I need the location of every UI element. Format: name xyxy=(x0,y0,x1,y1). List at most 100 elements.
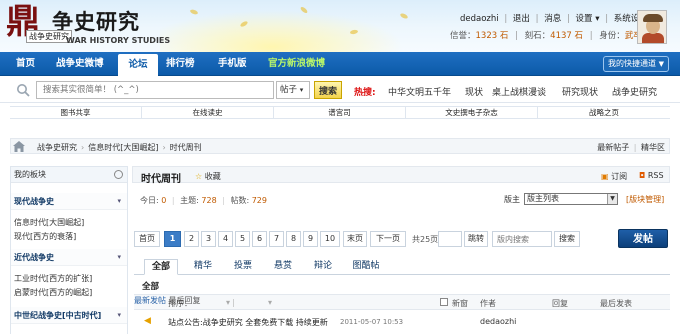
nav-mobile[interactable]: 手机版 xyxy=(218,52,247,76)
nav-weibo[interactable]: 战争史微博 xyxy=(56,52,104,76)
separator: | xyxy=(589,31,593,41)
today-label: 今日: xyxy=(140,196,159,205)
subscribe-button[interactable]: ▣ 订阅 xyxy=(601,171,627,182)
sidebar-group[interactable]: 近代战争史 ▾ xyxy=(11,249,127,266)
sidebar-group[interactable]: 中世纪战争史[中古时代] ▾ xyxy=(11,307,127,324)
page-number[interactable]: 3 xyxy=(201,231,216,247)
reputation-label: 信誉： xyxy=(450,31,476,41)
carved-stone-label: 刻石： xyxy=(524,31,551,41)
page-number[interactable]: 10 xyxy=(320,231,340,247)
chevron-right-icon: › xyxy=(81,143,85,152)
moderator-label: 版主 xyxy=(504,195,520,204)
forum-title: 时代周刊 xyxy=(141,174,181,185)
messages-link[interactable]: 消息 xyxy=(544,14,561,24)
moderator-select-value: 版主列表 xyxy=(527,194,559,203)
search-input[interactable] xyxy=(36,81,274,99)
site-header: 鼎 争史研究 战争史研究 WAR HISTORY STUDIES dedaozh… xyxy=(0,0,680,52)
page-number[interactable]: 6 xyxy=(252,231,267,247)
page-number[interactable]: 2 xyxy=(184,231,199,247)
search-button[interactable]: 搜索 xyxy=(314,81,342,99)
page-number[interactable]: 5 xyxy=(235,231,250,247)
rss-label: RSS xyxy=(647,171,664,180)
quick-link[interactable]: 战略之页 xyxy=(538,107,670,119)
page-number[interactable]: 4 xyxy=(218,231,233,247)
hot-link[interactable]: 桌上战棋漫谈 xyxy=(492,85,546,98)
breadcrumb-item[interactable]: 战争史研究 xyxy=(37,143,77,152)
sidebar-item[interactable]: 信息时代[大国崛起] xyxy=(14,217,84,228)
page-number[interactable]: 9 xyxy=(303,231,318,247)
tab-reward[interactable]: 悬赏 xyxy=(268,259,298,275)
nav-ranking[interactable]: 排行榜 xyxy=(166,52,195,76)
quick-nav-dropdown[interactable]: 我的快捷通道 ▼ xyxy=(603,56,669,72)
sort-newest-link[interactable]: 最新发帖 xyxy=(134,296,166,305)
latest-posts-link[interactable]: 最新帖子 xyxy=(597,143,629,152)
page-number[interactable]: 1 xyxy=(164,231,181,247)
favorite-button[interactable]: ☆ 收藏 xyxy=(195,171,221,182)
goto-page-input[interactable] xyxy=(438,231,462,247)
forum-header: 时代周刊 ☆ 收藏 ▣ 订阅 ◘ RSS xyxy=(132,166,670,185)
tab-poll[interactable]: 投票 xyxy=(228,259,258,275)
sidebar-item[interactable]: 启蒙时代[西方的崛起] xyxy=(14,287,92,298)
page-number[interactable]: 7 xyxy=(269,231,284,247)
topics-label: 主题: xyxy=(180,196,199,205)
quick-link[interactable]: 文史撰电子杂志 xyxy=(406,107,538,119)
announcement-icon: ◀ xyxy=(144,316,151,326)
hot-link[interactable]: 战争史研究 xyxy=(612,85,657,98)
goto-button[interactable]: 跳转 xyxy=(464,231,488,247)
new-window-label: 新窗 xyxy=(452,299,468,308)
username-link[interactable]: dedaozhi xyxy=(460,14,499,24)
tab-debate[interactable]: 辩论 xyxy=(308,259,338,275)
sidebar-item[interactable]: 现代[西方的衰落] xyxy=(14,231,76,242)
tab-image[interactable]: 图酷帖 xyxy=(348,259,384,275)
page-last[interactable]: 末页 xyxy=(343,231,367,247)
page-first[interactable]: 首页 xyxy=(134,231,160,247)
moderator-select[interactable]: 版主列表 ▼ xyxy=(524,193,618,205)
new-post-button[interactable]: 发帖 xyxy=(618,229,668,248)
search-type-select[interactable]: 帖子 ▾ xyxy=(276,81,310,99)
quick-link[interactable]: 谱宫司 xyxy=(274,107,406,119)
collapse-icon[interactable] xyxy=(114,170,123,179)
table-row[interactable]: ◀ 站点公告:战争史研究 全套免费下载 持续更新 2011-05-07 10:5… xyxy=(134,314,670,330)
tab-all[interactable]: 全部 xyxy=(144,259,178,275)
hot-link[interactable]: 现状 xyxy=(465,85,483,98)
quick-link[interactable]: 图书共享 xyxy=(10,107,142,119)
separator: | xyxy=(222,196,225,205)
subscribe-icon: ▣ xyxy=(601,172,609,181)
reply-column: 回复 xyxy=(552,299,568,308)
logout-link[interactable]: 退出 xyxy=(513,14,530,24)
filter-all[interactable]: 全部 xyxy=(142,280,159,292)
page-number[interactable]: 8 xyxy=(286,231,301,247)
breadcrumb-item[interactable]: 时代周刊 xyxy=(170,143,202,152)
settings-link[interactable]: 设置 xyxy=(576,14,593,24)
user-stats: 信誉：1323 石 | 刻石：4137 石 | 身份：武卒 xyxy=(450,29,642,41)
digest-link[interactable]: 精华区 xyxy=(641,143,665,152)
tab-digest[interactable]: 精华 xyxy=(188,259,218,275)
sidebar-group[interactable]: 现代战争史 ▾ xyxy=(11,193,127,210)
quick-link[interactable]: 在线读史 xyxy=(142,107,274,119)
rss-button[interactable]: ◘ RSS xyxy=(639,171,664,180)
page-next[interactable]: 下一页 xyxy=(370,231,406,247)
nav-forum[interactable]: 论坛 xyxy=(118,54,158,76)
forum-search-button[interactable]: 搜索 xyxy=(554,231,580,247)
forum-search-input[interactable] xyxy=(492,231,552,247)
hot-link[interactable]: 中华文明五千年 xyxy=(388,85,451,98)
thread-author[interactable]: dedaozhi xyxy=(480,317,516,326)
sidebar-item[interactable]: 工业时代[西方的扩张] xyxy=(14,273,92,284)
sidebar-title: 我的板块 xyxy=(14,170,46,179)
new-window-checkbox[interactable] xyxy=(440,298,448,306)
forum-manage-link[interactable]: [版块管理] xyxy=(626,194,664,205)
chevron-down-icon: ▾ xyxy=(117,311,121,319)
search-bar: 帖子 ▾ 搜索 热搜: 中华文明五千年 现状 桌上战棋漫谈 研究现状 战争史研究 xyxy=(0,77,680,103)
chevron-down-icon[interactable]: ▾ xyxy=(595,14,599,24)
nav-home[interactable]: 首页 xyxy=(16,52,35,76)
breadcrumb-item[interactable]: 信息时代[大国崛起] xyxy=(88,143,158,152)
hot-link[interactable]: 研究现状 xyxy=(562,85,598,98)
avatar[interactable] xyxy=(637,10,667,44)
breadcrumb-trail: 战争史研究 › 信息时代[大国崛起] › 时代周刊 xyxy=(37,142,202,153)
reputation-value: 1323 石 xyxy=(475,31,509,41)
nav-sina-weibo[interactable]: 官方新浪微博 xyxy=(268,52,325,76)
quick-nav-label: 我的快捷通道 xyxy=(608,59,656,68)
home-icon[interactable] xyxy=(13,141,25,152)
sidebar-header: 我的板块 xyxy=(11,167,127,183)
thread-title[interactable]: 站点公告:战争史研究 全套免费下载 持续更新 xyxy=(168,317,328,328)
